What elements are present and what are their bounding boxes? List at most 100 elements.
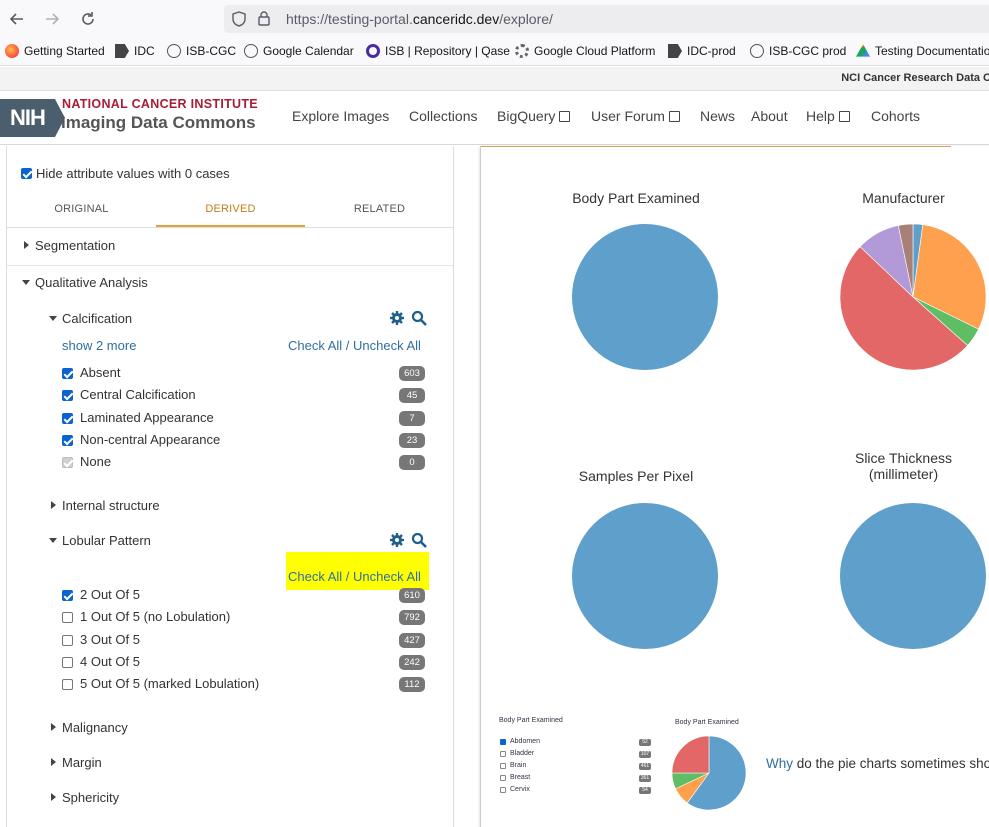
tab-derived[interactable]: DERIVED [156,194,305,227]
nav-news[interactable]: News [700,108,735,124]
bookmark-idc-prod[interactable]: IDC-prod [668,44,736,58]
calcification-checkbox[interactable] [62,368,73,379]
mini-count-badge: 52 [639,739,651,746]
nav-explore-images[interactable]: Explore Images [292,108,389,124]
nav-about[interactable]: About [751,108,788,124]
check-all-link[interactable]: Check All / Uncheck All [288,569,421,584]
bookmark-idc[interactable]: IDC [115,44,155,58]
caret-right-icon [51,723,56,731]
why-rest: do the pie charts sometimes show [793,756,989,771]
help-thumbnail: Body Part Examined Body Part Examined Ab… [497,716,747,816]
pie-slice[interactable] [672,736,710,774]
firefox-icon [5,44,19,58]
chart-title-body-part: Body Part Examined [572,190,700,206]
lobular-label: 1 Out Of 5 (no Lobulation) [80,609,231,625]
pie-slice[interactable] [572,224,718,370]
nav-bigquery[interactable]: BigQuery [497,108,571,124]
hide-zero-checkbox[interactable] [21,168,32,179]
search-icon[interactable] [411,532,427,548]
caret-right-icon [51,501,56,509]
caret-right-icon [51,793,56,801]
mini-label: Bladder [510,750,535,757]
bookmark-testing-docs[interactable]: Testing Documentation [856,44,989,58]
section-qualitative-analysis[interactable]: Qualitative Analysis [35,275,148,290]
gear-icon [515,44,529,58]
mini-label: Breast [510,774,531,781]
calcification-checkbox[interactable] [62,434,73,446]
count-badge: 0 [399,455,425,471]
bookmark-gcp[interactable]: Google Cloud Platform [515,44,655,58]
pie-chart-samples-per-pixel[interactable] [572,503,718,649]
bookmark-qase[interactable]: ISB | Repository | Qase [366,44,510,58]
gear-icon[interactable] [389,532,405,548]
chart-title-manufacturer: Manufacturer [862,190,945,206]
calcification-checkbox[interactable] [62,390,73,402]
bookmarks-bar: Getting Started IDC ISB-CGC Google Calen… [0,38,989,66]
pie-slice[interactable] [572,503,718,649]
bookmark-getting-started[interactable]: Getting Started [5,44,105,58]
caret-right-icon [24,241,29,249]
mini-pie-title: Body Part Examined [675,719,739,726]
why-link[interactable]: Why [766,756,793,771]
mini-checkbox [500,739,506,745]
nav-cohorts[interactable]: Cohorts [871,108,920,124]
url-text: https://testing-portal.canceridc.dev/exp… [286,11,553,27]
nav-collections[interactable]: Collections [409,108,477,124]
globe-icon [167,44,181,58]
calcification-label: Central Calcification [80,387,196,403]
pie-slice[interactable] [840,503,986,649]
calcification-checkbox[interactable] [62,412,73,424]
section-segmentation[interactable]: Segmentation [35,238,115,253]
group-sphericity[interactable]: Sphericity [62,790,119,805]
lobular-checkbox[interactable] [62,612,73,624]
drive-icon [856,44,870,57]
forward-arrow-icon [46,13,60,25]
tab-original[interactable]: ORIGINAL [7,194,156,227]
nih-logo[interactable]: NIH [0,99,65,137]
bookmark-google-calendar[interactable]: Google Calendar [244,44,354,58]
search-icon[interactable] [411,310,427,326]
pie-chart-body-part[interactable] [572,224,718,370]
lobular-checkbox[interactable] [62,656,73,668]
divider [481,146,951,147]
group-calcification[interactable]: Calcification [62,311,132,326]
gear-icon[interactable] [389,310,405,326]
caret-right-icon [51,758,56,766]
group-margin[interactable]: Margin [62,755,102,770]
idc-icon [668,44,682,58]
forward-button[interactable] [41,8,63,30]
lobular-checkbox[interactable] [62,590,73,601]
nav-help[interactable]: Help [806,108,850,124]
count-badge: 7 [399,410,425,426]
caret-down-icon [49,316,57,321]
lobular-checkbox[interactable] [62,679,73,691]
mini-title: Body Part Examined [499,717,563,724]
calcification-checkbox[interactable] [62,457,73,469]
group-internal-structure[interactable]: Internal structure [62,498,160,513]
site-title[interactable]: Imaging Data Commons [61,113,256,133]
nav-user-forum[interactable]: User Forum [591,108,680,124]
url-bar[interactable]: https://testing-portal.canceridc.dev/exp… [224,5,989,33]
calcification-label: Laminated Appearance [80,409,214,425]
group-lobular-pattern[interactable]: Lobular Pattern [62,533,151,548]
external-link-icon [838,111,850,122]
external-link-icon [559,111,571,122]
reload-icon [82,12,94,25]
calcification-label: Non-central Appearance [80,431,221,447]
check-all-link[interactable]: Check All / Uncheck All [288,338,421,353]
reload-button[interactable] [77,8,99,30]
pie-chart-slice-thickness[interactable] [840,503,986,649]
count-badge: 792 [399,610,425,626]
calcification-label: None [80,454,112,470]
bookmark-isb-cgc-prod[interactable]: ISB-CGC prod [750,44,846,58]
mini-count-badge: 54 [639,787,651,794]
pie-chart-manufacturer[interactable] [840,224,986,370]
back-button[interactable] [6,8,28,30]
tab-related[interactable]: RELATED [305,194,454,227]
lobular-checkbox[interactable] [62,634,73,646]
nav-bigquery-label: BigQuery [497,108,556,124]
group-malignancy[interactable]: Malignancy [62,720,128,735]
bookmark-isb-cgc[interactable]: ISB-CGC [167,44,236,58]
mini-count-badge: 361 [639,775,651,782]
show-more-link[interactable]: show 2 more [62,338,136,353]
